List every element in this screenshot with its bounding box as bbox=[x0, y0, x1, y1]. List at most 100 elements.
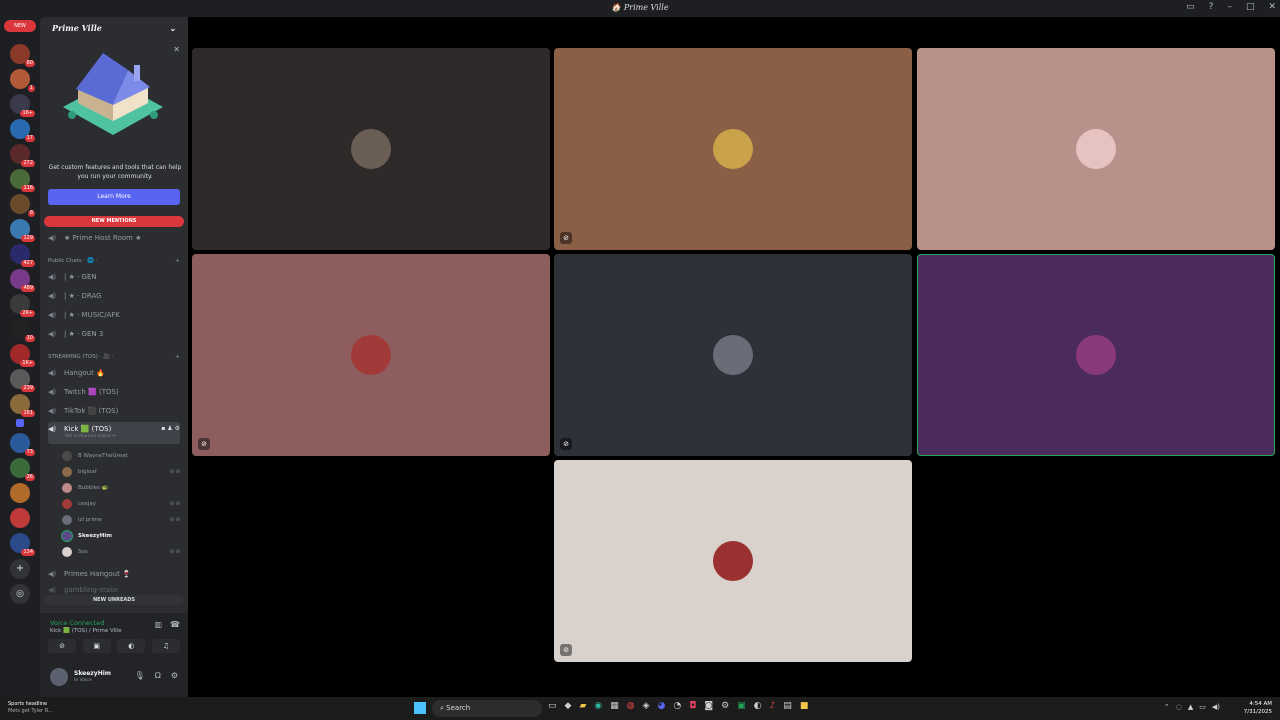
sticky-notes-icon[interactable]: ■ bbox=[800, 701, 809, 711]
server-icon[interactable]: 10 bbox=[10, 319, 35, 342]
category-streaming[interactable]: STREAMING (TOS) · 🎥 · + bbox=[48, 354, 180, 360]
server-icon[interactable] bbox=[10, 508, 30, 528]
channel-gen[interactable]: ◀) | ★ · GEN bbox=[48, 269, 180, 285]
server-icon[interactable]: 80 bbox=[10, 44, 35, 67]
app-icon[interactable]: ◙ bbox=[704, 701, 713, 711]
add-channel-icon[interactable]: + bbox=[175, 354, 180, 360]
app-icon[interactable]: ▤ bbox=[783, 701, 792, 711]
channel-kick-active[interactable]: ◀) Kick 🟩 (TOS) ▪ ♟ ⚙ Set a channel statu… bbox=[48, 422, 180, 444]
close-icon[interactable]: ✕ bbox=[173, 45, 180, 54]
server-header[interactable]: Prime Ville ⌄ bbox=[40, 17, 188, 39]
file-explorer-icon[interactable]: ▰ bbox=[579, 701, 586, 711]
learn-more-button[interactable]: Learn More bbox=[48, 189, 180, 205]
category-public-chats[interactable]: Public Chats · 🌐 · + bbox=[48, 258, 180, 264]
server-icon[interactable]: 1 bbox=[10, 69, 35, 92]
volume-icon[interactable]: ◀) bbox=[1212, 703, 1220, 711]
server-icon[interactable]: 116 bbox=[10, 169, 35, 192]
voice-member[interactable]: B WayneTheGreat bbox=[62, 449, 180, 463]
tray-app-icon[interactable]: ◌ bbox=[1176, 703, 1182, 711]
voice-member[interactable]: bigloaf ⊘ ⊘ bbox=[62, 465, 180, 479]
channel-hangout[interactable]: ◀) Hangout 🔥 bbox=[48, 365, 180, 381]
server-icon[interactable]: 16+ bbox=[10, 94, 35, 117]
gear-icon[interactable]: ⚙ bbox=[175, 425, 180, 432]
app-icon[interactable]: ◈ bbox=[643, 701, 650, 711]
gear-icon[interactable]: ⚙ bbox=[171, 671, 178, 680]
chat-icon[interactable]: ▪ bbox=[161, 425, 165, 432]
participant-tile[interactable] bbox=[917, 48, 1275, 250]
server-icon[interactable]: 73 bbox=[10, 433, 35, 456]
minimize-button[interactable]: – bbox=[1227, 2, 1232, 12]
username[interactable]: SkeezyHim bbox=[74, 670, 111, 677]
channel-music-afk[interactable]: ◀) | ★ · MUSIC/AFK bbox=[48, 307, 180, 323]
camera-off-button[interactable]: ⊘ bbox=[48, 639, 76, 653]
discord-icon[interactable]: ◕ bbox=[658, 701, 666, 711]
server-icon[interactable]: 8 bbox=[10, 194, 35, 217]
voice-member[interactable]: Bubbles 🐢 bbox=[62, 481, 180, 495]
voice-status[interactable]: Voice Connected bbox=[50, 619, 104, 627]
server-icon[interactable]: 427 bbox=[10, 244, 35, 267]
activity-button[interactable]: ◐ bbox=[117, 639, 146, 653]
clock[interactable]: 4:54 AM 7/31/2025 bbox=[1244, 700, 1272, 716]
participant-tile-speaking[interactable] bbox=[917, 254, 1275, 456]
edge-icon[interactable]: ◉ bbox=[594, 701, 602, 711]
task-view-icon[interactable]: ▭ bbox=[548, 701, 557, 711]
channel-drag[interactable]: ◀) | ★ · DRAG bbox=[48, 288, 180, 304]
app-icon[interactable]: ▣ bbox=[737, 701, 746, 711]
participant-tile[interactable]: ⊘ bbox=[554, 254, 912, 456]
steam-icon[interactable]: ◔ bbox=[673, 701, 681, 711]
avatar[interactable] bbox=[50, 668, 68, 686]
new-mentions-bar[interactable]: NEW MENTIONS bbox=[44, 216, 184, 227]
screen-share-button[interactable]: ▣ bbox=[82, 639, 111, 653]
server-icon[interactable]: 272 bbox=[10, 144, 35, 167]
voice-member[interactable]: Sos ⊘ ⊘ bbox=[62, 545, 180, 559]
voice-channel[interactable]: Kick 🟩 (TOS) / Prime Ville bbox=[50, 628, 122, 634]
add-channel-icon[interactable]: + bbox=[175, 258, 180, 264]
server-icon[interactable]: 1K+ bbox=[10, 344, 35, 367]
inbox-icon[interactable]: ▭ bbox=[1186, 2, 1195, 12]
store-icon[interactable]: ▦ bbox=[610, 701, 619, 711]
participant-tile[interactable]: ⊘ bbox=[192, 254, 550, 456]
microphone-icon[interactable]: 🎙 bbox=[135, 671, 145, 680]
disconnect-icon[interactable]: ☎ bbox=[170, 620, 180, 629]
channel-gen-3[interactable]: ◀) | ★ · GEN 3 bbox=[48, 326, 180, 342]
add-server-icon[interactable]: + bbox=[10, 559, 30, 579]
copilot-icon[interactable]: ◆ bbox=[565, 701, 572, 711]
help-icon[interactable]: ? bbox=[1209, 2, 1214, 12]
tiktok-icon[interactable]: ♪ bbox=[770, 701, 776, 711]
channel-gambling[interactable]: ◀) gambling-stake bbox=[48, 585, 180, 594]
noise-suppression-icon[interactable]: ▥ bbox=[154, 620, 162, 629]
voice-member[interactable]: lzl prime ⊘ ⊘ bbox=[62, 513, 180, 527]
voice-member[interactable]: ceejay ⊘ ⊘ bbox=[62, 497, 180, 511]
channel-status[interactable]: Set a channel status ✏ bbox=[65, 434, 116, 439]
maximize-button[interactable]: □ bbox=[1246, 2, 1255, 12]
taskbar-search[interactable]: ⌕ Search bbox=[432, 700, 542, 717]
server-icon[interactable]: 2K+ bbox=[10, 294, 35, 317]
server-icon[interactable]: 17 bbox=[10, 119, 35, 142]
folder-icon[interactable] bbox=[16, 419, 24, 427]
voice-member[interactable]: SkeezyHim bbox=[62, 529, 180, 543]
channel-tiktok[interactable]: ◀) TikTok ⬛ (TOS) bbox=[48, 403, 180, 419]
server-icon[interactable]: 239 bbox=[10, 369, 35, 392]
invite-icon[interactable]: ♟ bbox=[167, 425, 172, 432]
settings-icon[interactable]: ⚙ bbox=[721, 701, 729, 711]
chevron-up-icon[interactable]: ⌃ bbox=[1164, 703, 1170, 711]
discover-icon[interactable]: ◎ bbox=[10, 584, 30, 604]
server-icon[interactable]: 134 bbox=[10, 533, 35, 556]
participant-tile[interactable]: ⊘ bbox=[554, 48, 912, 250]
server-icon[interactable]: 26 bbox=[10, 458, 35, 481]
chrome-icon[interactable]: ◍ bbox=[627, 701, 635, 711]
close-button[interactable]: ✕ bbox=[1268, 2, 1276, 12]
server-icon[interactable]: 489 bbox=[10, 269, 35, 292]
news-widget[interactable]: Sports headline Mets get Tyler R... bbox=[8, 701, 53, 715]
windows-start-icon[interactable] bbox=[414, 702, 426, 714]
server-icon[interactable] bbox=[10, 483, 30, 503]
app-icon[interactable]: ◐ bbox=[754, 701, 762, 711]
tray-app-icon[interactable]: ▲ bbox=[1188, 703, 1193, 711]
instagram-icon[interactable]: ◘ bbox=[689, 701, 696, 711]
participant-tile[interactable]: ⊘ bbox=[554, 460, 912, 662]
participant-tile[interactable] bbox=[192, 48, 550, 250]
channel-primes-hangout[interactable]: ◀) Primes Hangout 🍷 bbox=[48, 566, 180, 582]
headphones-icon[interactable]: Ω bbox=[155, 671, 161, 680]
channel-prime-host-room[interactable]: ◀) ★ Prime Host Room ★ bbox=[48, 230, 180, 246]
new-unreads-bar[interactable]: NEW UNREADS bbox=[44, 595, 184, 605]
